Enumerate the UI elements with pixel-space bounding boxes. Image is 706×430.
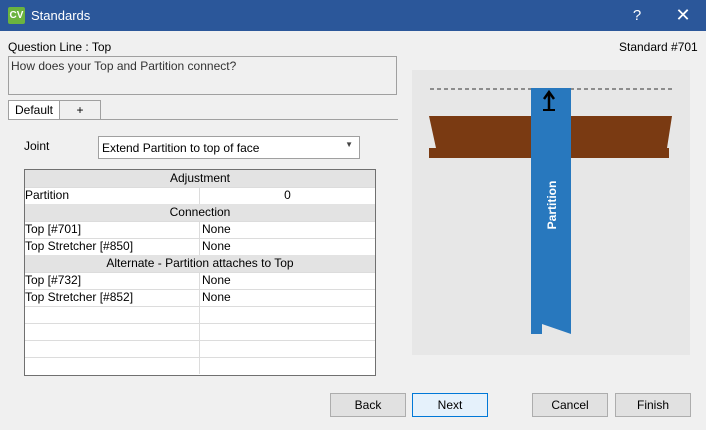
joint-preview: Partition: [412, 70, 690, 355]
table-row[interactable]: Top [#732] None: [25, 272, 375, 290]
grid-cell-value[interactable]: None: [200, 221, 375, 238]
partition-label: Partition: [545, 181, 559, 230]
table-row-empty: [25, 323, 375, 341]
finish-button[interactable]: Finish: [615, 393, 691, 417]
table-row[interactable]: Top Stretcher [#852] None: [25, 289, 375, 307]
grid-cell-name: Top Stretcher [#852]: [25, 289, 200, 306]
table-row[interactable]: Top [#701] None: [25, 221, 375, 239]
grid-cell-value[interactable]: None: [200, 289, 375, 306]
grid-cell-empty: [25, 323, 200, 340]
joint-selected-value: Extend Partition to top of face: [102, 141, 260, 155]
grid-cell-name: Top [#701]: [25, 221, 200, 238]
tab-strip: Default +: [8, 100, 398, 120]
grid-cell-name: Partition: [25, 187, 200, 204]
grid-cell-empty: [25, 357, 200, 374]
grid-cell-empty: [25, 306, 200, 323]
title-bar: CV Standards ? ✕: [0, 0, 706, 31]
joint-diagram: Partition: [429, 88, 674, 334]
window-title: Standards: [31, 8, 91, 23]
grid-section-alternate: Alternate - Partition attaches to Top: [25, 255, 375, 273]
grid-cell-empty: [25, 340, 200, 357]
grid-cell-value[interactable]: None: [200, 238, 375, 255]
standard-number-label: Standard #701: [619, 40, 698, 54]
grid-section-connection: Connection: [25, 204, 375, 222]
properties-grid: Adjustment Partition 0 Connection Top [#…: [24, 169, 376, 376]
next-button[interactable]: Next: [412, 393, 488, 417]
grid-cell-value[interactable]: None: [200, 272, 375, 289]
grid-section-adjustment: Adjustment: [25, 170, 375, 188]
chevron-down-icon: ▼: [345, 140, 353, 149]
question-line-label: Question Line : Top: [8, 40, 112, 54]
grid-cell-empty: [200, 306, 375, 323]
question-text-box[interactable]: How does your Top and Partition connect?: [8, 56, 397, 95]
grid-cell-name: Top [#732]: [25, 272, 200, 289]
table-row-empty: [25, 357, 375, 374]
grid-cell-empty: [200, 323, 375, 340]
back-button[interactable]: Back: [330, 393, 406, 417]
question-text: How does your Top and Partition connect?: [11, 59, 237, 73]
joint-label: Joint: [24, 139, 50, 153]
grid-cell-empty: [200, 357, 375, 374]
close-button[interactable]: ✕: [660, 0, 706, 31]
help-button[interactable]: ?: [614, 0, 660, 31]
grid-cell-name: Top Stretcher [#850]: [25, 238, 200, 255]
app-logo-icon: CV: [8, 7, 25, 24]
tab-default[interactable]: Default: [8, 100, 60, 120]
table-row[interactable]: Top Stretcher [#850] None: [25, 238, 375, 256]
table-row-empty: [25, 340, 375, 358]
joint-select[interactable]: Extend Partition to top of face ▼: [98, 136, 360, 159]
tab-add[interactable]: +: [59, 100, 101, 119]
cancel-button[interactable]: Cancel: [532, 393, 608, 417]
grid-cell-empty: [200, 340, 375, 357]
table-row[interactable]: Partition 0: [25, 187, 375, 205]
tab-divider: [8, 119, 398, 120]
table-row-empty: [25, 306, 375, 324]
grid-cell-value[interactable]: 0: [200, 187, 375, 204]
